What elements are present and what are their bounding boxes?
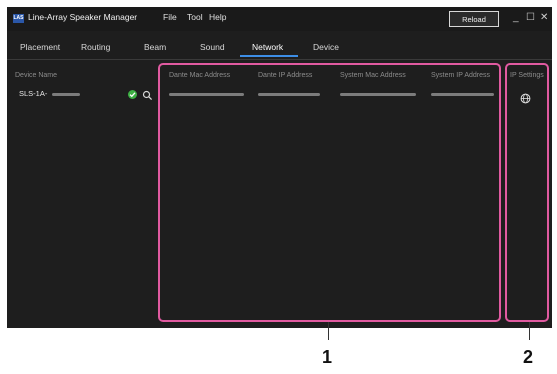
search-icon[interactable] (142, 88, 153, 106)
reload-button[interactable]: Reload (449, 11, 499, 27)
app-title: Line-Array Speaker Manager (28, 12, 138, 22)
redacted-device-suffix (52, 93, 80, 96)
highlight-ip-settings-column (505, 63, 549, 322)
tab-network[interactable]: Network (252, 42, 283, 52)
maximize-button[interactable]: ☐ (526, 12, 535, 24)
tab-sound[interactable]: Sound (200, 42, 225, 52)
active-tab-indicator (240, 55, 298, 57)
menu-file[interactable]: File (163, 12, 177, 22)
callout-2: 2 (523, 347, 534, 367)
minimize-button[interactable]: _ (513, 12, 519, 24)
close-button[interactable]: ✕ (540, 12, 548, 24)
app-logo-icon: LAS (13, 14, 24, 23)
tab-routing[interactable]: Routing (81, 42, 110, 52)
column-header-device-name: Device Name (15, 72, 58, 79)
callout-leader-1 (328, 322, 329, 340)
tab-beam[interactable]: Beam (144, 42, 166, 52)
tab-placement[interactable]: Placement (20, 42, 60, 52)
menu-tool[interactable]: Tool (187, 12, 203, 22)
menu-help[interactable]: Help (209, 12, 226, 22)
title-bar: LAS Line-Array Speaker Manager File Tool… (7, 7, 552, 31)
check-icon (128, 90, 137, 99)
tab-device[interactable]: Device (313, 42, 339, 52)
callout-leader-2 (529, 322, 530, 340)
highlight-address-columns (158, 63, 501, 322)
device-name-cell: SLS-1A- (19, 89, 48, 98)
callout-1: 1 (322, 347, 333, 367)
